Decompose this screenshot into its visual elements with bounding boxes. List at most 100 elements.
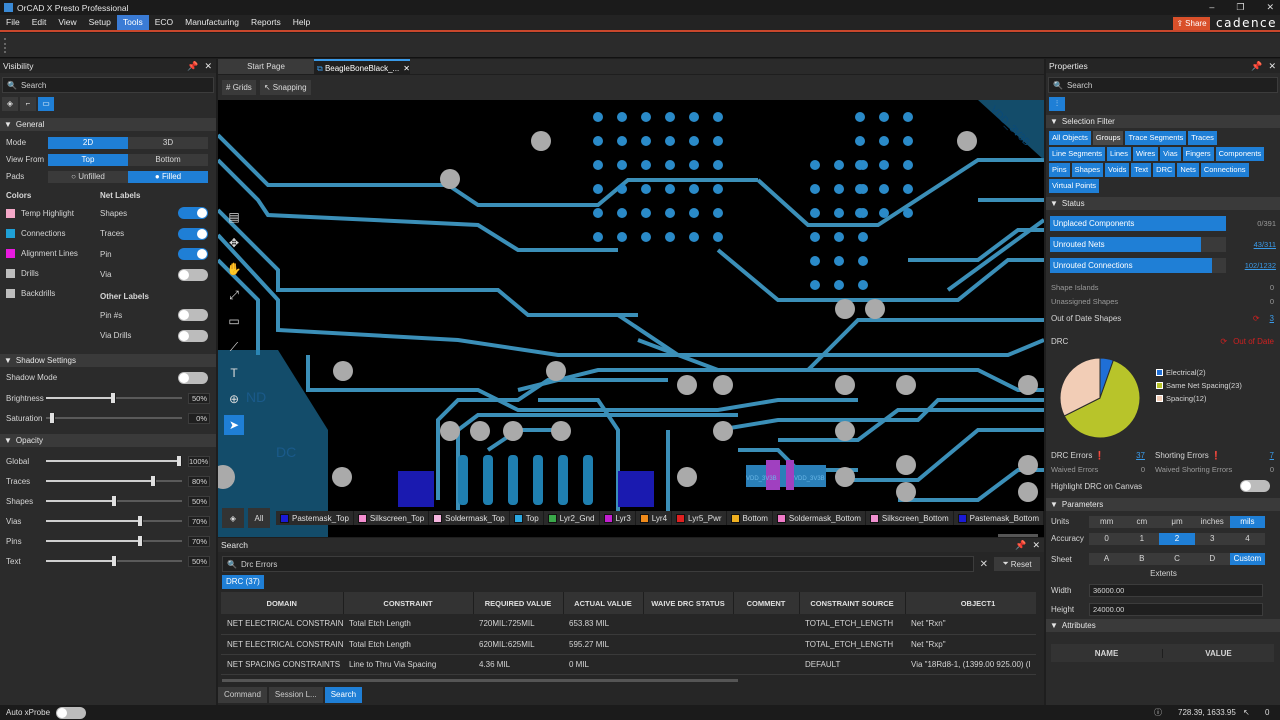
display-view-icon[interactable]: ▭ <box>38 97 54 111</box>
close-panel-icon[interactable]: ✕ <box>204 61 212 72</box>
grids-button[interactable]: # Grids <box>222 80 256 95</box>
filter-chip-pins[interactable]: Pins <box>1049 163 1070 177</box>
restore-icon[interactable]: ❐ <box>1236 0 1244 15</box>
option-mils[interactable]: mils <box>1229 515 1266 528</box>
width-input[interactable]: 36000.00 <box>1089 584 1263 597</box>
reset-button[interactable]: ⏷ Reset <box>994 557 1040 571</box>
close-tab-icon[interactable]: ✕ <box>403 64 410 73</box>
color-item-backdrills[interactable]: Backdrills <box>0 283 96 303</box>
color-item-drills[interactable]: Drills <box>0 263 96 283</box>
layer-lyr4[interactable]: Lyr4 <box>635 511 673 525</box>
table-row[interactable]: NET SPACING CONSTRAINTS Line to Thru Via … <box>221 654 1036 675</box>
pads-unfilled[interactable]: ○ Unfilled <box>48 170 128 183</box>
ood-value[interactable]: 3 <box>1270 314 1274 323</box>
option-3[interactable]: 3 <box>1194 532 1230 545</box>
filter-settings-icon[interactable]: ⫶ <box>1049 97 1065 111</box>
option-m[interactable]: μm <box>1159 515 1195 528</box>
filter-chip-trace-segments[interactable]: Trace Segments <box>1125 131 1187 145</box>
column-header-constraint-source[interactable]: CONSTRAINT SOURCE <box>799 592 906 614</box>
option-a[interactable]: A <box>1089 553 1125 565</box>
pin-toggle[interactable] <box>178 248 208 261</box>
option-b[interactable]: B <box>1124 553 1160 565</box>
saturation-slider[interactable] <box>46 412 182 424</box>
add-connect-icon[interactable]: ▭ <box>224 311 244 331</box>
height-input[interactable]: 24000.00 <box>1089 603 1263 616</box>
menu-eco[interactable]: ECO <box>149 15 179 30</box>
menu-help[interactable]: Help <box>287 15 316 30</box>
slide-icon[interactable]: ⟋ <box>224 337 244 357</box>
menu-setup[interactable]: Setup <box>83 15 117 30</box>
column-header-object1[interactable]: OBJECT1 <box>905 592 1036 614</box>
brightness-value[interactable]: 50% <box>188 392 210 404</box>
opacity-value[interactable]: 70% <box>188 515 210 527</box>
via-drills-toggle[interactable] <box>178 329 208 342</box>
column-header-required-value[interactable]: REQUIRED VALUE <box>473 592 564 614</box>
opacity-value[interactable]: 50% <box>188 495 210 507</box>
brightness-slider[interactable] <box>46 392 182 404</box>
saturation-value[interactable]: 0% <box>188 412 210 424</box>
close-panel-icon[interactable]: ✕ <box>1032 540 1040 551</box>
status-value[interactable]: 43/311 <box>1226 240 1276 249</box>
close-panel-icon[interactable]: ✕ <box>1268 61 1276 72</box>
menu-tools[interactable]: Tools <box>116 15 149 30</box>
comment-icon[interactable]: ▤ <box>224 207 244 227</box>
drc-result-tab[interactable]: DRC (37) <box>222 575 264 589</box>
filter-chip-drc[interactable]: DRC <box>1153 163 1176 177</box>
close-icon[interactable]: ✕ <box>1266 0 1274 15</box>
opacity-value[interactable]: 80% <box>188 475 210 487</box>
pin-icon[interactable]: 📌 <box>1251 61 1262 72</box>
layer-lyr3[interactable]: Lyr3 <box>599 511 636 525</box>
tab-start-page[interactable]: Start Page <box>218 59 314 74</box>
opacity-value[interactable]: 100% <box>188 455 210 467</box>
pin-icon[interactable]: 📌 <box>187 61 198 72</box>
opacity-slider[interactable] <box>46 475 182 487</box>
opacity-value[interactable]: 50% <box>188 555 210 567</box>
filter-chip-voids[interactable]: Voids <box>1105 163 1130 177</box>
view-top[interactable]: Top <box>48 153 128 166</box>
tab-command[interactable]: Command <box>218 687 267 703</box>
color-swatch[interactable] <box>6 228 15 238</box>
filter-chip-groups[interactable]: Groups <box>1092 131 1124 145</box>
option-inches[interactable]: inches <box>1194 515 1230 528</box>
route-icon[interactable]: ⤢ <box>224 285 244 305</box>
status-section[interactable]: ▼ Status <box>1046 197 1280 210</box>
sheet-selector[interactable]: A B C D Custom <box>1089 553 1266 565</box>
traces-toggle[interactable] <box>178 227 208 240</box>
text-tool-icon[interactable]: T <box>224 363 244 383</box>
select-arrow-icon[interactable]: ➤ <box>224 415 244 435</box>
option-cm[interactable]: cm <box>1124 515 1160 528</box>
table-row[interactable]: NET ELECTRICAL CONSTRAINTS Total Etch Len… <box>221 634 1036 655</box>
option-mm[interactable]: mm <box>1089 515 1125 528</box>
filter-chip-nets[interactable]: Nets <box>1177 163 1199 177</box>
refresh-warning-icon[interactable]: ⟳ <box>1220 337 1227 346</box>
filter-chip-line-segments[interactable]: Line Segments <box>1049 147 1106 161</box>
layer-pastemask-bottom[interactable]: Pastemask_Bottom <box>953 511 1044 525</box>
filter-chip-components[interactable]: Components <box>1215 147 1265 161</box>
accuracy-selector[interactable]: 01234 <box>1089 532 1266 545</box>
color-swatch[interactable] <box>6 248 15 258</box>
option-2[interactable]: 2 <box>1159 532 1195 545</box>
canvas-scrollbar[interactable] <box>998 534 1038 537</box>
layer-silkscreen-bottom[interactable]: Silkscreen_Bottom <box>865 511 954 525</box>
shadow-section[interactable]: ▼ Shadow Settings <box>0 354 216 367</box>
xprobe-toggle[interactable] <box>56 706 87 719</box>
view-bottom[interactable]: Bottom <box>128 153 208 166</box>
pcb-canvas[interactable]: ND DC VDD_3V3B VDD_3V3B VDD_3V3B ▤ ✥ ✋ ⤢… <box>218 100 1044 537</box>
nets-view-icon[interactable]: ⌐ <box>20 97 36 111</box>
layer-bottom[interactable]: Bottom <box>726 511 773 525</box>
color-swatch[interactable] <box>6 268 15 278</box>
layer-lyr2-gnd[interactable]: Lyr2_Gnd <box>543 511 600 525</box>
mode-toggle[interactable]: 2D 3D <box>48 136 208 149</box>
color-item-connections[interactable]: Connections <box>0 223 96 243</box>
shapes-toggle[interactable] <box>178 207 208 220</box>
drc-errors-value[interactable]: 37 <box>1136 451 1145 460</box>
visibility-search-input[interactable]: 🔍 Search <box>2 77 214 93</box>
option-4[interactable]: 4 <box>1229 532 1266 545</box>
column-header-domain[interactable]: DOMAIN <box>221 592 344 614</box>
filter-chip-vias[interactable]: Vias <box>1160 147 1181 161</box>
minimize-icon[interactable]: – <box>1209 0 1214 15</box>
filter-chip-all-objects[interactable]: All Objects <box>1049 131 1091 145</box>
option-0[interactable]: 0 <box>1089 532 1125 545</box>
option-c[interactable]: C <box>1159 553 1195 565</box>
column-header-comment[interactable]: COMMENT <box>733 592 800 614</box>
